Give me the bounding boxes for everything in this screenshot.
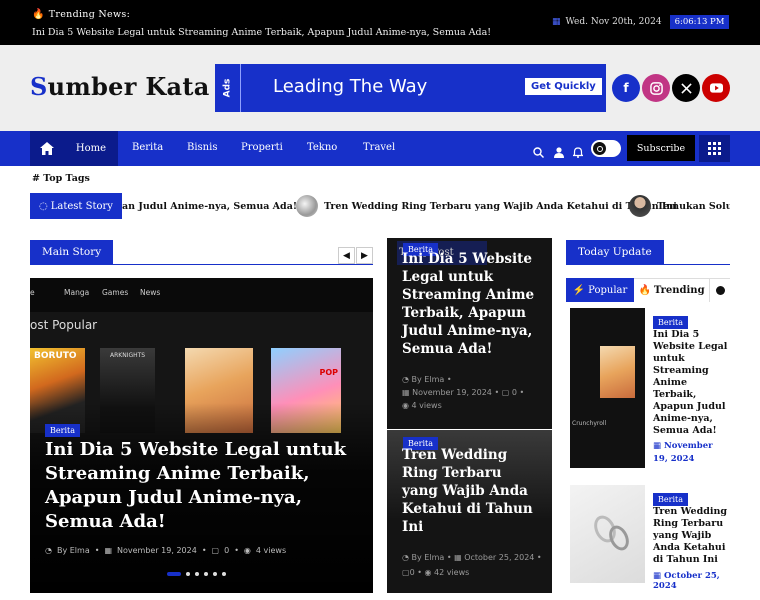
main-story-heading: Main Story <box>30 240 114 264</box>
screenshot-heading: ost Popular <box>30 318 98 332</box>
ring-thumbnail <box>296 195 318 217</box>
today-post-title[interactable]: Tren Wedding Ring Terbaru yang Wajib And… <box>387 446 552 536</box>
today-post-title[interactable]: Ini Dia 5 Website Legal untuk Streaming … <box>387 250 552 358</box>
person-thumbnail <box>629 195 651 217</box>
main-story-card[interactable]: e Manga Games News ost Popular BORUTO AR… <box>30 278 373 593</box>
post-thumbnail: Crunchyroll <box>570 308 645 468</box>
search-icon[interactable] <box>533 143 544 162</box>
slider-dot[interactable] <box>222 572 226 576</box>
slider-dot-active[interactable] <box>167 572 181 576</box>
nav-item-home[interactable]: Home <box>64 131 118 166</box>
user-icon[interactable] <box>554 143 564 162</box>
latest-story-ticker: ◌ Latest Story an Judul Anime-nya, Semua… <box>30 193 730 219</box>
site-logo[interactable]: Sumber Kata <box>30 72 210 101</box>
slider-dot[interactable] <box>204 572 208 576</box>
fire-icon: 🔥 <box>638 285 651 296</box>
slider-dot[interactable] <box>195 572 199 576</box>
today-update-heading: Today Update <box>566 240 664 264</box>
eye-icon: ◉ <box>243 546 251 555</box>
user-icon: ◔ <box>402 375 409 384</box>
comment-icon: ▢ <box>402 568 410 577</box>
instagram-icon[interactable] <box>642 74 670 102</box>
update-item-title[interactable]: Tren Wedding Ring Terbaru yang Wajib And… <box>653 506 728 566</box>
ticker-item[interactable]: Temukan Solusi Ga <box>629 193 730 219</box>
next-arrow-icon[interactable]: ▶ <box>356 247 373 264</box>
tab-clock[interactable] <box>709 278 730 302</box>
slider-dot[interactable] <box>213 572 217 576</box>
comment-icon: ▢ <box>211 546 220 555</box>
heading-underline <box>566 264 730 265</box>
comment-icon: ▢ <box>501 388 510 397</box>
ticker-item[interactable]: an Judul Anime-nya, Semua Ada! <box>122 193 297 219</box>
calendar-icon: ▦ <box>104 546 113 555</box>
slider-dot[interactable] <box>186 572 190 576</box>
home-icon[interactable] <box>30 131 64 166</box>
main-story-title[interactable]: Ini Dia 5 Website Legal untuk Streaming … <box>45 438 365 534</box>
update-list-item[interactable]: Crunchyroll Berita Ini Dia 5 Website Leg… <box>566 305 730 473</box>
top-tags-heading: # Top Tags <box>32 173 90 184</box>
post-thumbnail <box>570 485 645 583</box>
ad-banner[interactable]: Ads Leading The Way Get Quickly <box>215 64 606 112</box>
user-icon: ◔ <box>45 546 52 555</box>
trending-label: 🔥 Trending News: <box>32 9 131 20</box>
slider-dots[interactable] <box>167 572 226 576</box>
screenshot-menu: e Manga Games News <box>30 278 373 312</box>
spinner-icon: ◌ <box>39 200 48 212</box>
calendar-icon: ▦ <box>402 388 410 397</box>
category-badge[interactable]: Berita <box>45 418 80 437</box>
post-meta: ◔ By Elma • ▦ November 19, 2024 • ▢ 0 • … <box>402 375 525 410</box>
clock-icon <box>715 286 725 295</box>
latest-story-label: ◌ Latest Story <box>30 193 122 219</box>
ad-tag: Ads <box>215 64 241 112</box>
trending-headline-link[interactable]: Ini Dia 5 Website Legal untuk Streaming … <box>32 27 491 38</box>
ad-headline: Leading The Way <box>273 76 428 97</box>
site-header: Sumber Kata Ads Leading The Way Get Quic… <box>0 45 760 131</box>
update-tabs: ⚡ Popular 🔥 Trending <box>566 278 730 302</box>
nav-item-berita[interactable]: Berita <box>132 142 163 153</box>
date-time: ▦ Wed. Nov 20th, 2024 6:06:13 PM <box>552 15 730 29</box>
bell-icon[interactable] <box>572 143 584 162</box>
update-item-date: ▦ October 25, 2024 <box>653 571 720 591</box>
update-list-item[interactable]: Berita Tren Wedding Ring Terbaru yang Wa… <box>566 482 730 591</box>
user-icon: ◔ <box>402 553 409 562</box>
update-item-date: ▦ November 19, 2024 <box>653 441 713 464</box>
current-date: Wed. Nov 20th, 2024 <box>565 17 662 27</box>
category-badge[interactable]: Berita <box>653 487 688 506</box>
prev-arrow-icon[interactable]: ◀ <box>338 247 355 264</box>
fire-icon: 🔥 <box>32 9 45 20</box>
eye-icon: ◉ <box>424 568 432 577</box>
facebook-icon[interactable]: f <box>612 74 640 102</box>
category-badge[interactable]: Berita <box>653 310 688 329</box>
x-icon[interactable] <box>672 74 700 102</box>
youtube-icon[interactable] <box>702 74 730 102</box>
nav-item-properti[interactable]: Properti <box>241 142 283 153</box>
dark-mode-toggle[interactable] <box>591 140 621 157</box>
subscribe-button[interactable]: Subscribe <box>627 135 695 161</box>
heading-underline <box>30 264 373 265</box>
today-post-card[interactable]: Today Post Berita Ini Dia 5 Website Lega… <box>387 238 552 429</box>
calendar-icon: ▦ <box>454 553 462 562</box>
main-nav: Home Berita Bisnis Properti Tekno Travel… <box>0 131 760 166</box>
calendar-icon: ▦ <box>552 17 561 27</box>
grid-menu-icon[interactable] <box>699 135 730 162</box>
today-post-card[interactable]: Berita Tren Wedding Ring Terbaru yang Wa… <box>387 430 552 593</box>
bolt-icon: ⚡ <box>572 284 586 296</box>
update-item-title[interactable]: Ini Dia 5 Website Legal untuk Streaming … <box>653 329 728 437</box>
post-meta: ◔ By Elma • ▦ November 19, 2024 • ▢ 0 • ◉ 4 vie… <box>45 546 287 555</box>
tab-trending[interactable]: 🔥 Trending <box>634 278 709 302</box>
ticker-item[interactable]: Tren Wedding Ring Terbaru yang Wajib And… <box>296 193 677 219</box>
current-time: 6:06:13 PM <box>669 15 730 29</box>
top-bar: 🔥 Trending News: Ini Dia 5 Website Legal… <box>0 0 760 45</box>
ad-cta-button[interactable]: Get Quickly <box>525 78 602 95</box>
nav-item-travel[interactable]: Travel <box>363 142 395 153</box>
nav-item-bisnis[interactable]: Bisnis <box>187 142 217 153</box>
tab-popular[interactable]: ⚡ Popular <box>566 278 634 302</box>
eye-icon: ◉ <box>402 401 409 410</box>
post-meta: ◔ By Elma • ▦ October 25, 2024 • ▢0 • ◉ … <box>402 553 542 577</box>
nav-item-tekno[interactable]: Tekno <box>307 142 337 153</box>
